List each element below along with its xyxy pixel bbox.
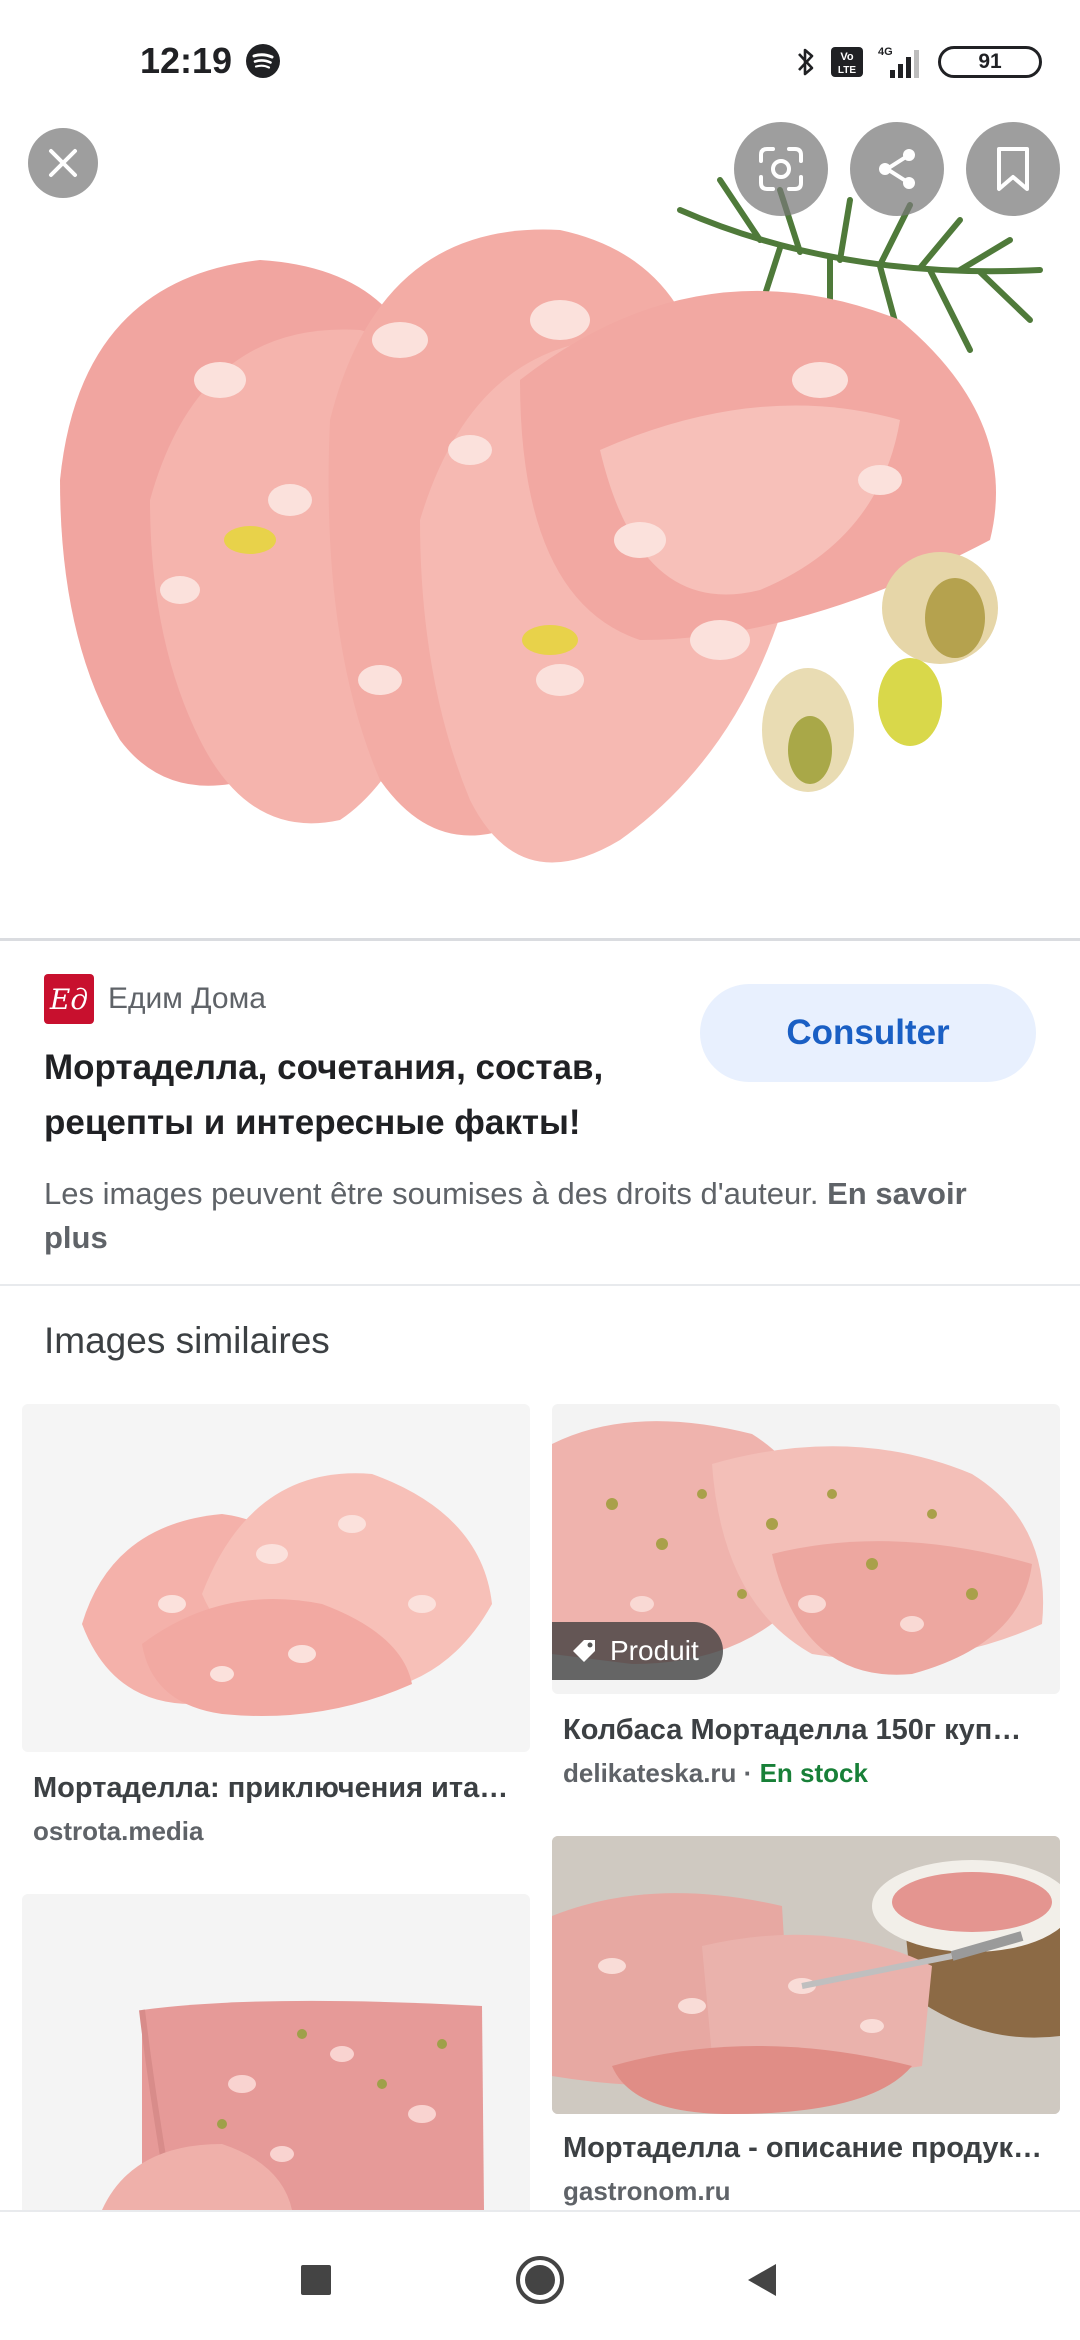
source-name: Едим Дома — [108, 982, 266, 1015]
back-icon — [748, 2264, 776, 2296]
consult-button[interactable]: Consulter — [700, 984, 1036, 1082]
copyright-notice: Les images peuvent être soumises à des d… — [44, 1172, 1004, 1260]
battery-icon: 91 — [938, 46, 1042, 78]
status-time: 12:19 — [140, 40, 233, 81]
source-logo: Ед — [44, 974, 94, 1024]
share-button[interactable] — [850, 122, 944, 216]
bluetooth-icon — [798, 48, 814, 76]
similar-image-card[interactable]: Produit Колбаса Мортаделла 150г куп… del… — [552, 1404, 1060, 1804]
svg-text:Vo: Vo — [840, 51, 854, 63]
spotify-icon — [246, 44, 280, 78]
status-bar: 12:19 Vo LTE 4G 91 — [0, 0, 1080, 120]
stock-status: En stock — [759, 1758, 868, 1788]
product-badge: Produit — [552, 1622, 723, 1680]
similar-images-heading: Images similaires — [44, 1320, 330, 1361]
source-row[interactable]: Ед Едим Дома — [44, 974, 266, 1024]
volte-icon: Vo LTE — [831, 47, 863, 77]
divider — [0, 1284, 1080, 1286]
lens-button[interactable] — [734, 122, 828, 216]
mortadella-photo — [60, 177, 1043, 863]
close-button[interactable] — [28, 128, 98, 198]
home-button[interactable] — [512, 2252, 568, 2308]
page-title[interactable]: Мортаделла, сочетания, состав, рецепты и… — [44, 1040, 684, 1150]
similar-image-caption: Мортаделла: приключения ита… — [33, 1772, 509, 1804]
lens-icon — [759, 147, 803, 191]
recents-icon — [301, 2265, 331, 2295]
similar-image-card[interactable] — [22, 1894, 530, 2210]
share-icon — [879, 149, 915, 189]
recents-button[interactable] — [288, 2252, 344, 2308]
main-image[interactable] — [0, 120, 1080, 940]
similar-image-card[interactable]: Мортаделла: приключения ита… ostrota.med… — [22, 1404, 530, 1864]
similar-image-domain: gastronom.ru — [563, 2176, 731, 2206]
similar-image-meta: delikateska.ru · En stock — [563, 1758, 868, 1789]
home-icon — [516, 2256, 564, 2304]
similar-image-thumb — [22, 1894, 530, 2210]
network-type-label: 4G — [878, 46, 893, 58]
similar-image-thumb — [552, 1836, 1060, 2114]
product-badge-label: Produit — [610, 1635, 699, 1666]
bookmark-icon — [997, 147, 1029, 191]
similar-image-thumb — [22, 1404, 530, 1752]
close-icon — [49, 149, 77, 177]
copyright-text: Les images peuvent être soumises à des d… — [44, 1176, 819, 1211]
bookmark-button[interactable] — [966, 122, 1060, 216]
back-button[interactable] — [734, 2252, 790, 2308]
similar-image-card[interactable]: Мортаделла - описание продук… gastronom.… — [552, 1836, 1060, 2208]
similar-image-caption: Мортаделла - описание продук… — [563, 2132, 1042, 2164]
signal-icon: 4G — [878, 46, 919, 78]
source-logo-text: Ед — [49, 982, 89, 1016]
image-viewer-page: 12:19 Vo LTE 4G 91 Ед Едим Дома Мортадел… — [0, 0, 1080, 2340]
tag-icon — [573, 1640, 595, 1662]
similar-image-domain: delikateska.ru — [563, 1758, 737, 1788]
similar-image-domain: ostrota.media — [33, 1816, 204, 1846]
meta-separator: · — [743, 1758, 760, 1788]
status-icons: Vo LTE 4G 91 — [794, 42, 1042, 82]
similar-image-caption: Колбаса Мортаделла 150г куп… — [563, 1714, 1022, 1746]
battery-level: 91 — [978, 50, 1002, 73]
system-nav-bar — [0, 2210, 1080, 2340]
svg-text:LTE: LTE — [838, 65, 856, 76]
divider — [0, 938, 1080, 941]
